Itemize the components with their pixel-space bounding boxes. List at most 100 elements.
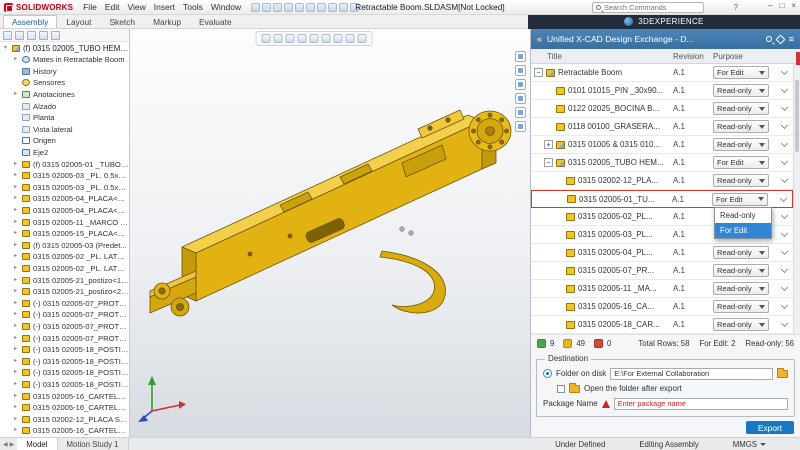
tree-item[interactable]: ▸(-) 0315 02005-18_POSTIZO<4... (0, 355, 129, 367)
row-expand-chevron[interactable] (775, 71, 793, 74)
table-row[interactable]: −Retractable BoomA.1For Edit (531, 64, 793, 82)
menu-tools[interactable]: Tools (179, 2, 207, 12)
3ds-compass-icon[interactable] (624, 17, 633, 26)
expand-arrow-icon[interactable]: ▸ (12, 54, 19, 65)
tree-item[interactable]: ▸Sensores (0, 77, 129, 89)
edit-appearance-icon[interactable] (346, 34, 355, 43)
open-folder-checkbox[interactable] (557, 385, 565, 393)
expand-arrow-icon[interactable]: ▸ (12, 159, 19, 170)
zoom-area-icon[interactable] (274, 34, 283, 43)
tab-motion-study[interactable]: Motion Study 1 (58, 438, 129, 450)
tree-item[interactable]: ▸Anotaciones (0, 89, 129, 101)
maximize-icon[interactable]: □ (779, 1, 784, 10)
menu-insert[interactable]: Insert (150, 2, 179, 12)
purpose-dropdown[interactable]: Read-only (713, 120, 769, 133)
tree-item[interactable]: ▸(-) 0315 02005-07_PROTECTOR... (0, 321, 129, 333)
folder-on-disk-radio[interactable] (543, 369, 552, 378)
feature-tree-tab-icon[interactable] (3, 31, 12, 40)
close-icon[interactable]: × (791, 1, 796, 10)
hide-show-icon[interactable] (334, 34, 343, 43)
tree-item[interactable]: ▸0315 02005-02 _PL. LATERAL D... (0, 251, 129, 263)
help-icon[interactable]: ? (734, 3, 738, 12)
scrollbar-thumb[interactable] (795, 80, 799, 152)
expand-arrow-icon[interactable]: ▸ (12, 205, 19, 216)
tree-item[interactable]: ▸History (0, 66, 129, 78)
search-input[interactable] (604, 3, 700, 12)
row-expand-chevron[interactable] (775, 233, 793, 236)
row-expand-chevron[interactable] (775, 89, 793, 92)
expand-arrow-icon[interactable]: ▸ (12, 251, 19, 262)
column-purpose[interactable]: Purpose (713, 52, 775, 61)
table-row[interactable]: 0315 02005-18_CAR...A.1Read-only (531, 316, 793, 334)
graphics-viewport[interactable] (130, 29, 530, 437)
3dx-compass-icon[interactable] (515, 51, 526, 62)
tree-item[interactable]: ▸0315 02005-16_CARTELA... (0, 425, 129, 437)
menu-window[interactable]: Window (207, 2, 245, 12)
table-scrollbar[interactable] (793, 64, 800, 334)
row-expand-chevron[interactable] (775, 251, 793, 254)
row-expand-chevron[interactable] (775, 215, 793, 218)
tree-item[interactable]: ▸0315 02002-12_PLACA SOP. DE... (0, 413, 129, 425)
expand-arrow-icon[interactable]: ▸ (12, 333, 19, 344)
table-row[interactable]: 0315 02005-07_PR...A.1Read-only (531, 262, 793, 280)
purpose-dropdown[interactable]: Read-only (713, 138, 769, 151)
expand-arrow-icon[interactable]: ▸ (12, 391, 19, 402)
purpose-dropdown[interactable]: Read-only (713, 318, 769, 331)
purpose-dropdown[interactable]: For Edit (712, 193, 768, 206)
view-orientation-icon[interactable] (310, 34, 319, 43)
row-expand-chevron[interactable] (775, 161, 793, 164)
expand-arrow-icon[interactable]: ▸ (12, 425, 19, 436)
expand-arrow-icon[interactable]: ▸ (12, 275, 19, 286)
tree-item[interactable]: ▸0315 02005-04_PLACA<2> (PLA... (0, 205, 129, 217)
display-manager-tab-icon[interactable] (51, 31, 60, 40)
purpose-dropdown[interactable]: For Edit (713, 66, 769, 79)
column-revision[interactable]: Revision (673, 52, 713, 61)
table-row[interactable]: 0315 02005-04_PL...A.1Read-only (531, 244, 793, 262)
expand-icon[interactable]: + (544, 140, 553, 149)
tab-sketch[interactable]: Sketch (100, 15, 144, 28)
tree-item[interactable]: ▸0315 02005-11 _MARCO BRIDA... (0, 216, 129, 228)
tree-item[interactable]: ▸(f) 0315 02005-03 (Predet... (0, 240, 129, 252)
purpose-dropdown[interactable]: Read-only (713, 174, 769, 187)
search-icon[interactable] (766, 36, 772, 42)
tree-item[interactable]: ▸0315 02005-16_CARTELA<2> (P... (0, 402, 129, 414)
row-expand-chevron[interactable] (775, 179, 793, 182)
expand-arrow-icon[interactable]: ▸ (12, 356, 19, 367)
dimxpert-tab-icon[interactable] (39, 31, 48, 40)
feature-tree-root[interactable]: ▾ (f) 0315 02005_TUBO HEMBRA DE I (0, 42, 129, 54)
purpose-dropdown[interactable]: Read-only (713, 282, 769, 295)
purpose-dropdown[interactable]: Read-only (713, 300, 769, 313)
tree-item[interactable]: ▸(-) 0315 02005-07_PROTECTOR... (0, 332, 129, 344)
row-expand-chevron[interactable] (775, 287, 793, 290)
table-row[interactable]: 0315 02005-16_CA...A.1Read-only (531, 298, 793, 316)
tree-item[interactable]: ▸0315 02005-03 _PL. 0.5x50x154... (0, 170, 129, 182)
tree-item[interactable]: ▸Mates in Retractable Boom (0, 54, 129, 66)
tag-icon[interactable] (775, 34, 785, 44)
display-style-icon[interactable] (322, 34, 331, 43)
collapse-icon[interactable]: « (537, 35, 542, 44)
3dx-apps-icon[interactable] (515, 121, 526, 132)
table-row[interactable]: 0122 02025_BOCINA B...A.1Read-only (531, 100, 793, 118)
tree-item[interactable]: ▸(-) 0315 02005-18_POSTIZO<1... (0, 344, 129, 356)
tree-item[interactable]: ▸0315 02005-15_PLACA<1> (Pre... (0, 228, 129, 240)
purpose-dropdown[interactable]: For Edit (713, 156, 769, 169)
previous-view-icon[interactable] (286, 34, 295, 43)
menu-icon[interactable]: ≡ (789, 35, 794, 44)
3dx-explore-icon[interactable] (515, 79, 526, 90)
tree-item[interactable]: ▸Vista lateral (0, 124, 129, 136)
folder-path-input[interactable] (610, 368, 773, 380)
tab-layout[interactable]: Layout (57, 15, 100, 28)
tree-item[interactable]: ▸Planta (0, 112, 129, 124)
new-icon[interactable] (251, 3, 260, 12)
expand-arrow-icon[interactable]: ▸ (12, 367, 19, 378)
purpose-dropdown[interactable]: Read-only (713, 102, 769, 115)
tab-model[interactable]: Model (17, 438, 57, 450)
row-expand-chevron[interactable] (775, 143, 793, 146)
row-expand-chevron[interactable] (775, 323, 793, 326)
3dx-save-icon[interactable] (515, 65, 526, 76)
expand-arrow-icon[interactable]: ▸ (12, 402, 19, 413)
expand-arrow-icon[interactable]: ▸ (12, 309, 19, 320)
table-row[interactable]: 0315 02005-01_TU...A.1For Edit (531, 190, 793, 208)
menu-view[interactable]: View (123, 2, 149, 12)
expand-arrow-icon[interactable]: ▸ (12, 170, 19, 181)
